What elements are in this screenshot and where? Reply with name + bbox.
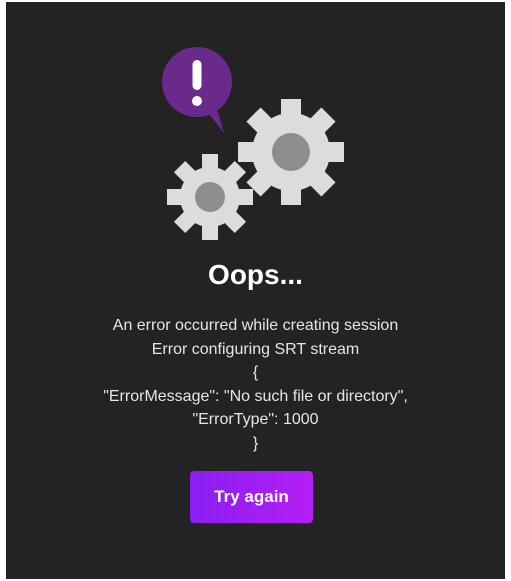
gears-icon [167, 99, 344, 240]
error-message-line: } [252, 434, 259, 452]
large-gear-icon [238, 99, 344, 205]
error-title: Oops... [208, 259, 303, 290]
error-screen: Oops... An error occurred while creating… [6, 2, 505, 579]
error-message: An error occurred while creating session… [6, 314, 505, 455]
error-message-line: "ErrorType": 1000 [192, 411, 319, 428]
error-message-line: An error occurred while creating session [112, 317, 399, 334]
error-illustration [162, 47, 344, 240]
error-message-line: Error configuring SRT stream [151, 340, 360, 358]
exclamation-speech-bubble-icon [162, 47, 232, 133]
small-gear-icon [167, 154, 253, 240]
error-message-line: "ErrorMessage": "No such file or directo… [103, 387, 408, 405]
try-again-button[interactable]: Try again [190, 471, 313, 523]
error-message-line: { [252, 364, 259, 381]
